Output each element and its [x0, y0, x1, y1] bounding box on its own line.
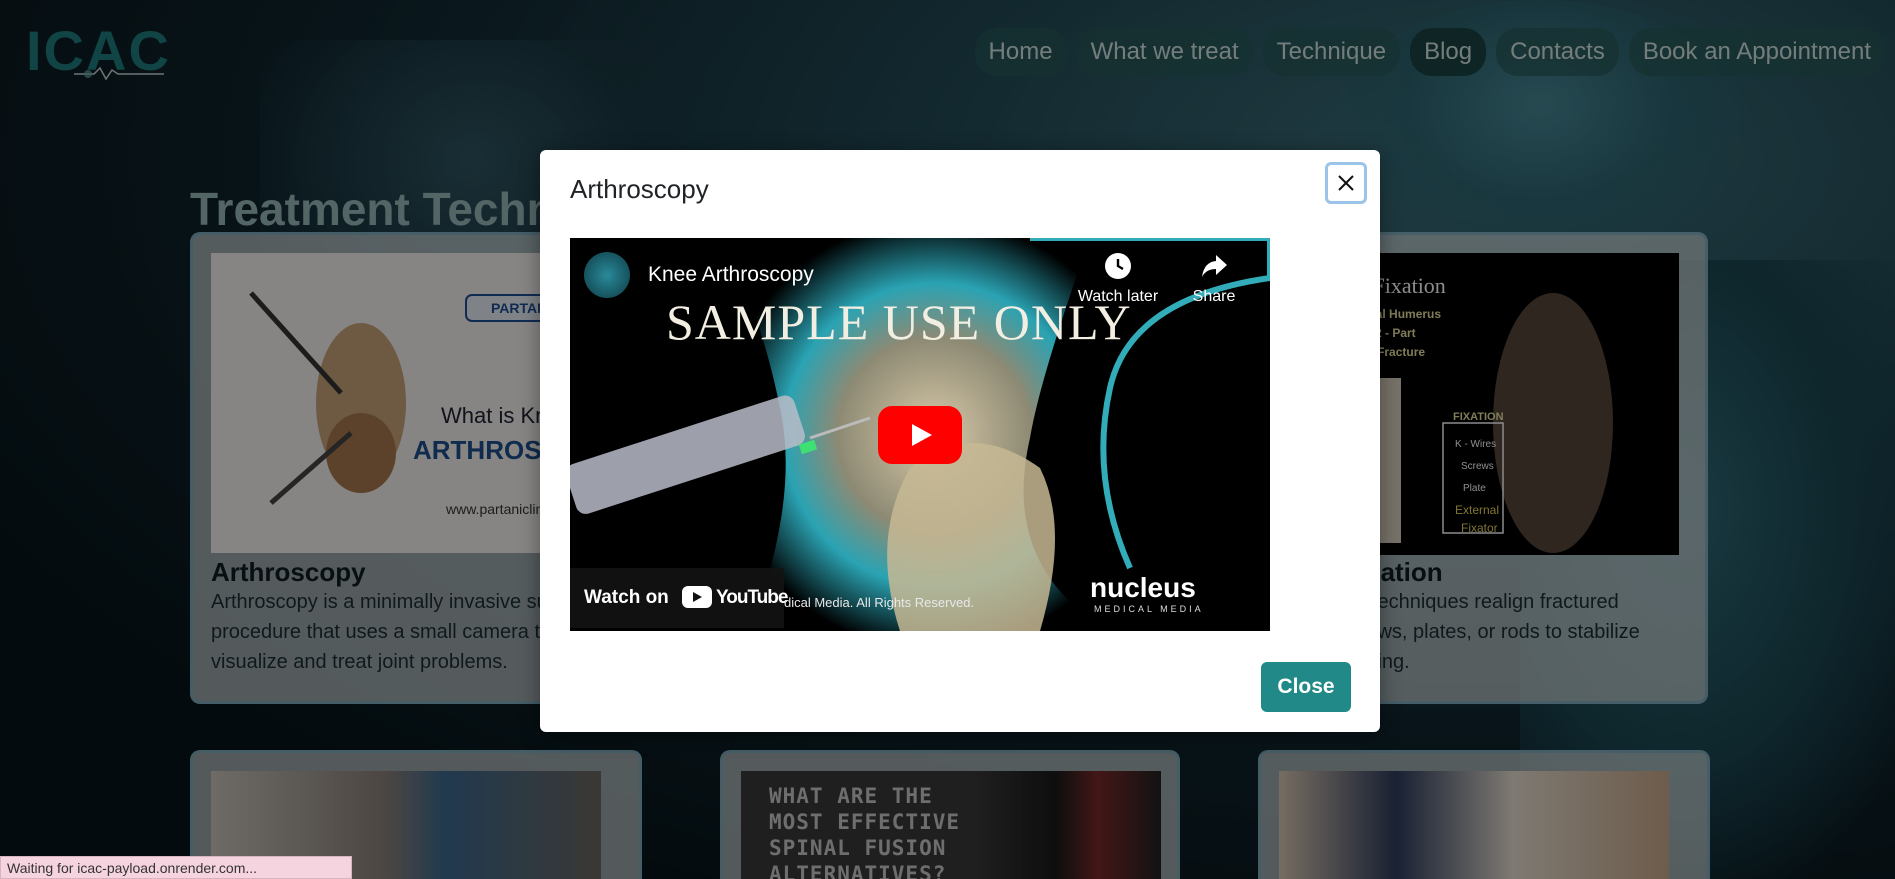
nucleus-brand-sub: MEDICAL MEDIA: [1094, 604, 1204, 614]
share-icon: [1202, 255, 1227, 277]
video-title[interactable]: Knee Arthroscopy: [648, 263, 814, 287]
watch-later-button[interactable]: Watch later: [1070, 252, 1166, 312]
video-modal: Arthroscopy Knee Arthroscopy SAMPLE USE …: [540, 150, 1380, 732]
youtube-embed[interactable]: Knee Arthroscopy SAMPLE USE ONLY Watch l…: [570, 238, 1270, 631]
nucleus-brand: nucleus: [1090, 572, 1196, 603]
modal-title: Arthroscopy: [570, 174, 709, 204]
browser-status-bar: Waiting for icac-payload.onrender.com...: [0, 856, 352, 879]
watch-on-youtube-button[interactable]: Watch on YouTube: [570, 568, 788, 628]
youtube-wordmark: YouTube: [716, 587, 788, 608]
share-label: Share: [1192, 288, 1236, 305]
watch-later-label: Watch later: [1077, 288, 1159, 305]
watch-on-label: Watch on: [584, 587, 669, 608]
youtube-logo-icon: [682, 586, 712, 608]
play-button[interactable]: [878, 406, 962, 464]
copyright-text: dical Media. All Rights Reserved.: [784, 595, 975, 610]
play-icon: [912, 424, 932, 446]
clock-icon: [1105, 253, 1131, 279]
modal-close-button[interactable]: Close: [1261, 662, 1351, 712]
modal-close-x-button[interactable]: [1325, 162, 1367, 204]
youtube-play-icon: [693, 592, 702, 602]
channel-avatar[interactable]: [584, 252, 630, 298]
close-icon: [1338, 175, 1354, 191]
watermark-text: SAMPLE USE ONLY: [666, 294, 1132, 350]
share-button[interactable]: Share: [1182, 252, 1246, 312]
